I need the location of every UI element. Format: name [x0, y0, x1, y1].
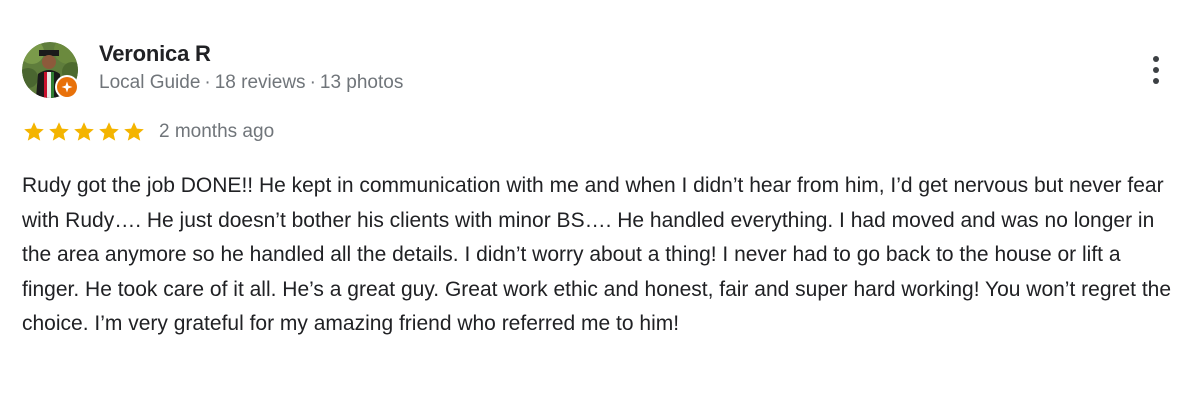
star-icon [99, 122, 119, 141]
star-icon [74, 122, 94, 141]
review-text: Rudy got the job DONE!! He kept in commu… [22, 174, 1172, 335]
more-vert-icon [1153, 67, 1159, 73]
photos-count: 13 photos [319, 72, 404, 93]
more-vert-icon [1153, 78, 1159, 84]
rating-row: 2 months ago [22, 118, 274, 146]
reviewer-name[interactable]: Veronica R [99, 41, 211, 67]
review-date: 2 months ago [159, 121, 275, 142]
review-card: Veronica R Local Guide · 18 reviews · 13 pho… [0, 0, 1200, 412]
avatar[interactable] [22, 42, 79, 99]
star-icon [124, 122, 144, 141]
reviewer-meta: Local Guide · 18 reviews · 13 photos [99, 72, 403, 94]
more-vert-icon [1153, 56, 1159, 62]
meta-separator: · [204, 72, 211, 93]
star-icon [24, 122, 44, 141]
more-options-button[interactable] [1138, 50, 1174, 90]
local-guide-label: Local Guide [99, 72, 201, 93]
star-icon [49, 122, 69, 141]
local-guide-badge-icon [55, 75, 79, 99]
star-rating [22, 120, 146, 144]
reviews-count: 18 reviews [214, 72, 306, 93]
meta-separator: · [309, 72, 316, 93]
